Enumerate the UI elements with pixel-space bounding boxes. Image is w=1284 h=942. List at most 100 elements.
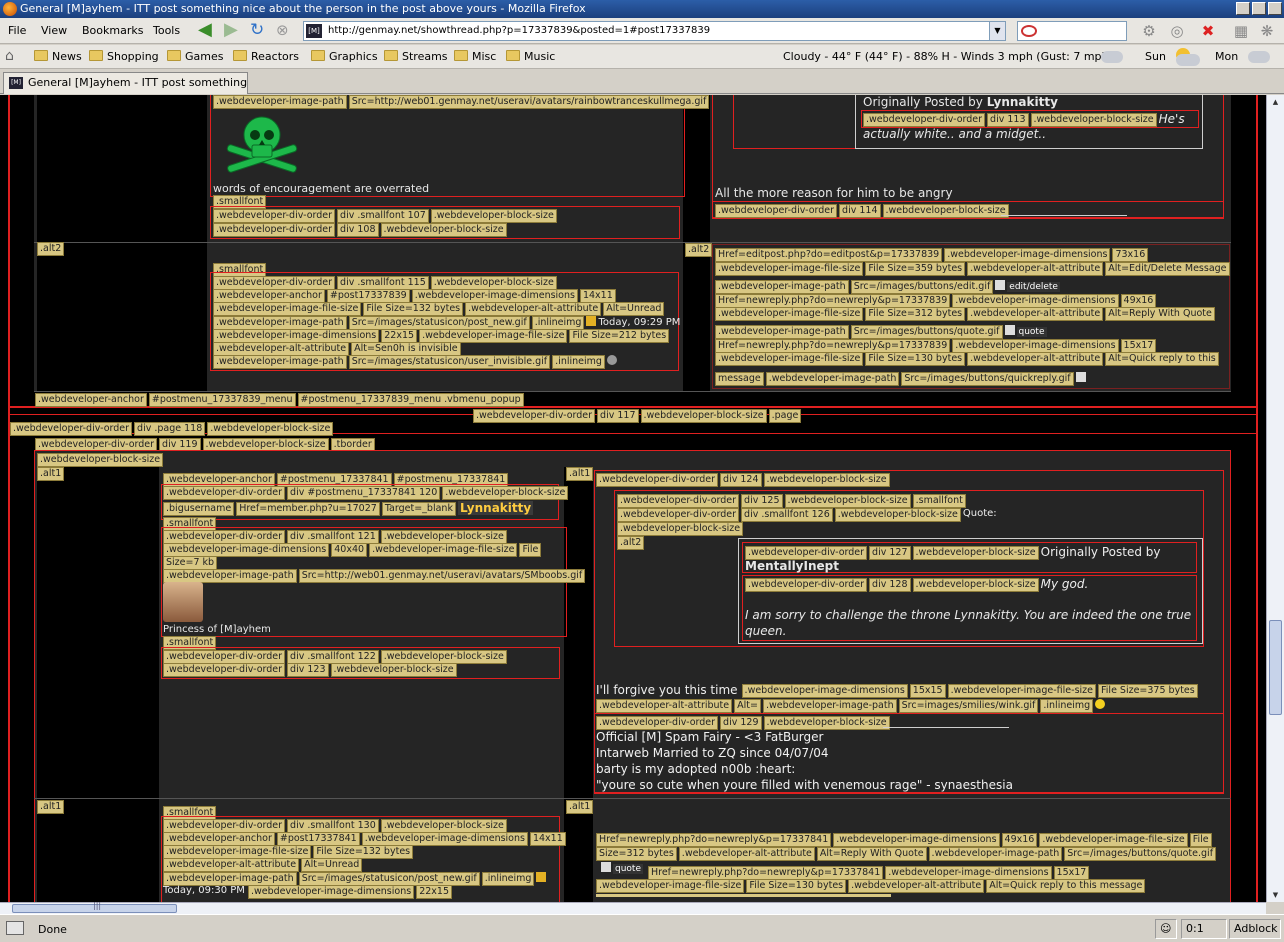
status-counter[interactable]: 0:1 [1181, 919, 1227, 939]
smiley-addon-icon[interactable]: ☺ [1155, 919, 1177, 939]
bookmark-graphics[interactable]: Graphics [311, 50, 378, 63]
reload-icon[interactable]: ↻ [250, 21, 270, 41]
folder-icon [167, 50, 181, 61]
vertical-scrollbar[interactable]: ▲ ▼ [1266, 95, 1284, 902]
post2-alt1-c: .alt1 [37, 800, 66, 814]
address-bar[interactable]: [M] http://genmay.net/showthread.php?p=1… [303, 21, 1006, 41]
minimize-button[interactable] [1236, 2, 1250, 15]
bookmarks-toolbar: ⌂ News Shopping Games Reactors Graphics … [0, 45, 1284, 69]
post1-alt-line: .webdeveloper-alt-attribute Alt=Sen0h is … [213, 342, 463, 356]
folder-icon [89, 50, 103, 61]
post2-path-line: .webdeveloper-image-path Src=/images/stat… [163, 872, 548, 886]
post1-invisible-line: .webdeveloper-image-path Src=/images/stat… [213, 355, 619, 369]
horizontal-scrollbar[interactable]: ||| [0, 901, 1266, 914]
toolbar-icon[interactable]: ▦ [1232, 22, 1250, 40]
menu-view[interactable]: View [41, 24, 67, 37]
post1-btn-row3[interactable]: .webdeveloper-image-path Src=/images/butt… [715, 280, 1060, 294]
bookmark-games[interactable]: Games [167, 50, 223, 63]
maximize-button[interactable] [1252, 2, 1266, 15]
weather-day-mon[interactable]: Mon [1215, 50, 1238, 63]
gear-icon[interactable]: ⚙ [1140, 22, 1158, 40]
post1-btn-row2: .webdeveloper-image-file-size File Size=3… [715, 262, 1232, 276]
post-new-icon [536, 872, 547, 882]
stop-icon[interactable]: ⊗ [276, 21, 296, 41]
post2-message-text: I'll forgive you this time [596, 683, 738, 697]
post2-block-size-b: .webdeveloper-block-size [617, 522, 745, 536]
weather-day-sun[interactable]: Sun [1145, 50, 1166, 63]
post2-order-120: .webdeveloper-div-order div #postmenu_173… [163, 486, 570, 500]
bookmark-news[interactable]: News [34, 50, 82, 63]
post2-alt2-quote: .alt2 [617, 536, 646, 550]
post2-btn-row3[interactable]: Href=newreply.php?do=newreply&p=17337841… [596, 866, 1091, 880]
post2-order-125: .webdeveloper-div-order div 125 .webdevelo… [617, 494, 968, 508]
post2-mid-gutter [564, 467, 593, 902]
user-invisible-icon [606, 355, 617, 365]
menu-bookmarks[interactable]: Bookmarks [82, 24, 143, 37]
firefox-logo-icon [3, 2, 17, 16]
post1-message-text: All the more reason for him to be angry [715, 186, 953, 200]
post1-btn-row1[interactable]: Href=editpost.php?do=editpost&p=17337839… [715, 248, 1150, 262]
post2-order-129: .webdeveloper-div-order div 129 .webdevelo… [596, 716, 892, 730]
forward-arrow-icon[interactable]: ▶ [224, 21, 244, 41]
adblock-button[interactable]: Adblock [1229, 919, 1281, 939]
post1-avatar-path: .webdeveloper-image-path Src=http://web01… [213, 95, 711, 109]
menu-toolbar: File View Bookmarks Tools ◀ ▶ ↻ ⊗ [M] ht… [0, 18, 1284, 44]
scroll-grip-icon: ||| [93, 901, 102, 910]
post1-btn-row4[interactable]: Href=newreply.php?do=newreply&p=17337839… [715, 294, 1158, 308]
post2-message-line: I'll forgive you this time .webdeveloper-… [596, 684, 1200, 700]
post2-avatar-image [163, 582, 203, 622]
signature-divider [883, 727, 1009, 728]
row-divider [34, 242, 1231, 243]
bookmark-music[interactable]: Music [506, 50, 555, 63]
post1-order-114: .webdeveloper-div-order div 114 .webdevelo… [715, 204, 1011, 218]
red-x-icon[interactable]: ✖ [1199, 22, 1217, 40]
wink-smilie-icon [1095, 699, 1106, 709]
post1-alt2-left: .alt2 [37, 242, 66, 256]
search-box[interactable] [1017, 21, 1127, 41]
bookmark-shopping[interactable]: Shopping [89, 50, 159, 63]
post1-order-115: .webdeveloper-div-order div .smallfont 11… [213, 276, 559, 290]
post2-sig-line-4: "youre so cute when youre filled with ve… [596, 778, 1013, 792]
post2-username-line[interactable]: .bigusername Href=member.php?u=17027 Targe… [163, 501, 534, 518]
scroll-down-icon[interactable]: ▼ [1269, 891, 1282, 899]
post1-dims-line: .webdeveloper-image-dimensions 22x15 .webd… [213, 329, 671, 343]
bookmark-streams[interactable]: Streams [384, 50, 448, 63]
circle-icon[interactable]: ◎ [1168, 22, 1186, 40]
menu-tools[interactable]: Tools [153, 24, 180, 37]
post1-btn-row6[interactable]: .webdeveloper-image-path Src=/images/butt… [715, 325, 1047, 339]
post2-date: Today, 09:30 PM [163, 885, 245, 896]
window-title: General [M]ayhem - ITT post something ni… [20, 2, 586, 15]
close-window-button[interactable] [1268, 2, 1282, 15]
edit-icon [995, 280, 1006, 290]
folder-icon [311, 50, 325, 61]
vertical-scroll-thumb[interactable] [1269, 620, 1282, 715]
post1-path-line: .webdeveloper-image-path Src=/images/stat… [213, 316, 680, 330]
post2-img-size: Size=7 kb [163, 556, 219, 570]
bookmark-misc[interactable]: Misc [454, 50, 496, 63]
address-dropdown-icon[interactable]: ▼ [989, 22, 1005, 40]
post2-user-title: Princess of [M]ayhem [163, 624, 271, 635]
post1-btn-row7[interactable]: Href=newreply.php?do=newreply&p=17337839… [715, 339, 1158, 353]
bookmark-reactors[interactable]: Reactors [233, 50, 299, 63]
post2-anchor-line: .webdeveloper-anchor #post17337841 .webdev… [163, 832, 568, 846]
menu-file[interactable]: File [8, 24, 26, 37]
status-bar: Done ☺ 0:1 Adblock [0, 914, 1284, 942]
post1-order-108: .webdeveloper-div-order div 108 .webdevelo… [213, 223, 509, 237]
address-url[interactable]: http://genmay.net/showthread.php?p=17337… [328, 25, 710, 36]
home-icon[interactable]: ⌂ [5, 48, 14, 64]
weather-current[interactable]: Cloudy - 44° F (44° F) - 88% H - Winds 3… [783, 50, 1113, 63]
tab-genmay[interactable]: [M] General [M]ayhem - ITT post somethin… [3, 72, 248, 94]
post2-alt1-b: .alt1 [566, 467, 595, 481]
post1-btn-row9[interactable]: message .webdeveloper-image-path Src=/imag… [715, 372, 1088, 386]
search-engine-icon[interactable] [1021, 25, 1037, 37]
post1-order-107: .webdeveloper-div-order div .smallfont 10… [213, 209, 559, 223]
tab-bar: [M] General [M]ayhem - ITT post somethin… [0, 70, 1284, 94]
post2-btn-row1[interactable]: Href=newreply.php?do=newreply&p=17337841… [596, 833, 1214, 847]
back-arrow-icon[interactable]: ◀ [198, 21, 218, 41]
signature-divider [1001, 215, 1127, 216]
scroll-up-icon[interactable]: ▲ [1269, 98, 1282, 106]
cloud-icon [1101, 51, 1123, 63]
post2-left-gutter [37, 467, 159, 902]
post2-img-path: .webdeveloper-image-path Src=http://web01… [163, 569, 587, 583]
post1-quote-author-line: Originally Posted by Lynnakitty [863, 95, 1058, 109]
